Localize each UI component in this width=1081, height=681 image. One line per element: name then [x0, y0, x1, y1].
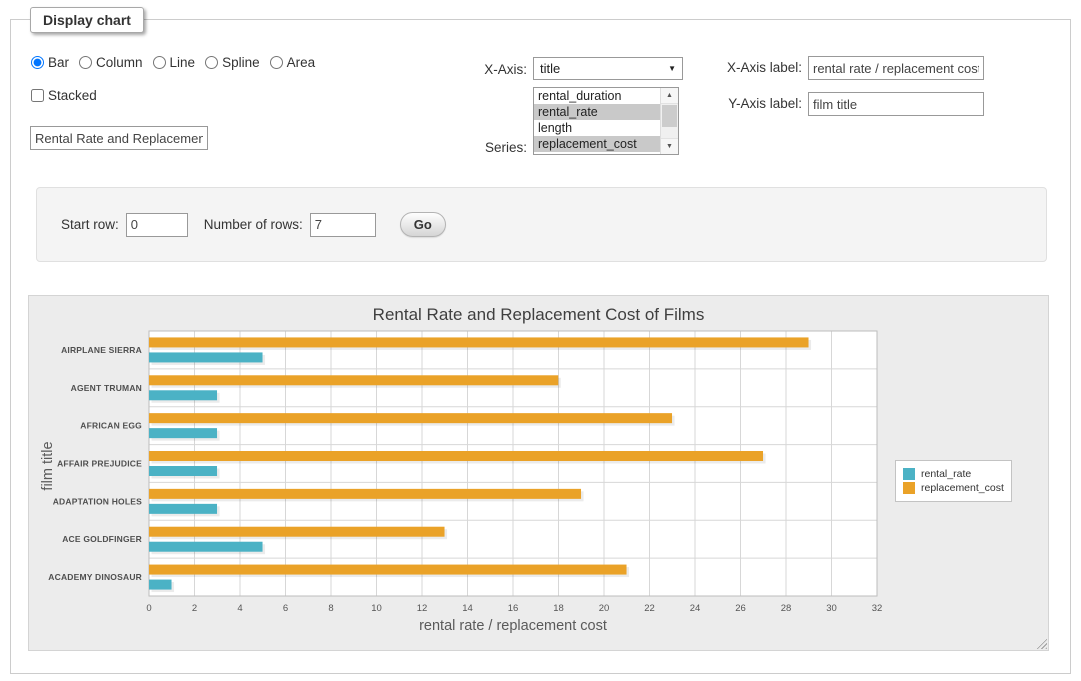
chart-y-axis-label: film title	[40, 401, 56, 531]
x-tick-label: 26	[735, 603, 746, 614]
stacked-label: Stacked	[48, 88, 97, 103]
x-tick-label: 14	[462, 603, 473, 614]
bar-rental_rate	[149, 542, 263, 552]
num-rows-input[interactable]	[310, 213, 376, 237]
bar-rental_rate	[149, 390, 217, 400]
series-listbox[interactable]: rental_durationrental_ratelengthreplacem…	[533, 87, 679, 155]
radio-area-label: Area	[287, 55, 316, 70]
x-tick-label: 30	[826, 603, 837, 614]
radio-chart-type-area[interactable]: Area	[270, 55, 316, 70]
y-axis-label-caption: Y-Axis label:	[710, 96, 802, 111]
x-tick-label: 28	[781, 603, 792, 614]
x-tick-label: 18	[553, 603, 564, 614]
y-axis-label-input[interactable]	[808, 92, 984, 116]
scroll-up-icon[interactable]: ▲	[661, 88, 678, 104]
radio-chart-type-column[interactable]: Column	[79, 55, 143, 70]
start-row-input[interactable]	[126, 213, 188, 237]
app-page: Display chart Bar Column Line Spline Are…	[0, 0, 1081, 681]
x-axis-caption: X-Axis:	[432, 62, 527, 77]
x-tick-label: 12	[417, 603, 428, 614]
series-option-length[interactable]: length	[534, 120, 661, 136]
x-tick-label: 16	[508, 603, 519, 614]
y-category-label: AIRPLANE SIERRA	[61, 345, 142, 355]
bar-replacement_cost	[149, 527, 445, 537]
x-axis-select[interactable]: title ▼	[533, 57, 683, 80]
bar-replacement_cost	[149, 451, 763, 461]
x-tick-label: 6	[283, 603, 288, 614]
y-category-label: ACADEMY DINOSAUR	[48, 572, 142, 582]
y-category-label: AGENT TRUMAN	[71, 383, 142, 393]
bar-replacement_cost	[149, 413, 672, 423]
radio-bar-label: Bar	[48, 55, 69, 70]
legend-item: replacement_cost	[903, 482, 1004, 494]
radio-area[interactable]	[270, 56, 283, 69]
x-axis-label-input[interactable]	[808, 56, 984, 80]
x-tick-label: 10	[371, 603, 382, 614]
stacked-checkbox[interactable]	[31, 89, 44, 102]
chart-type-radio-group: Bar Column Line Spline Area	[31, 55, 325, 70]
legend-label: rental_rate	[921, 468, 971, 480]
series-option-rental_rate[interactable]: rental_rate	[534, 104, 661, 120]
y-category-label: AFFAIR PREJUDICE	[57, 459, 142, 469]
series-option-rental_duration[interactable]: rental_duration	[534, 88, 661, 104]
display-chart-legend: Display chart	[30, 7, 144, 33]
chart-resize-handle[interactable]	[1034, 636, 1047, 649]
go-button[interactable]: Go	[400, 212, 446, 237]
radio-column-label: Column	[96, 55, 143, 70]
legend-label: replacement_cost	[921, 482, 1004, 494]
series-caption: Series:	[432, 140, 527, 155]
radio-line-label: Line	[170, 55, 196, 70]
radio-chart-type-line[interactable]: Line	[153, 55, 196, 70]
x-tick-label: 8	[328, 603, 333, 614]
x-tick-label: 0	[146, 603, 151, 614]
bar-replacement_cost	[149, 375, 558, 385]
start-row-label: Start row:	[61, 217, 119, 232]
bar-rental_rate	[149, 580, 172, 590]
bar-rental_rate	[149, 504, 217, 514]
series-listbox-items: rental_durationrental_ratelengthreplacem…	[534, 88, 661, 154]
scroll-down-icon[interactable]: ▼	[661, 138, 678, 154]
bar-rental_rate	[149, 428, 217, 438]
radio-chart-type-spline[interactable]: Spline	[205, 55, 260, 70]
x-axis-label-caption: X-Axis label:	[710, 60, 802, 75]
chevron-down-icon: ▼	[668, 64, 676, 73]
x-tick-label: 20	[599, 603, 610, 614]
chart-title-input[interactable]	[30, 126, 208, 150]
chart-legend-box: rental_rate replacement_cost	[895, 460, 1012, 502]
x-tick-label: 4	[237, 603, 242, 614]
y-category-label: ADAPTATION HOLES	[53, 496, 142, 506]
listbox-scrollbar[interactable]: ▲ ▼	[660, 88, 678, 154]
radio-column[interactable]	[79, 56, 92, 69]
bar-replacement_cost	[149, 337, 809, 347]
y-category-label: AFRICAN EGG	[80, 421, 142, 431]
radio-line[interactable]	[153, 56, 166, 69]
num-rows-label: Number of rows:	[204, 217, 303, 232]
series-option-replacement_cost[interactable]: replacement_cost	[534, 136, 661, 152]
x-tick-label: 22	[644, 603, 655, 614]
bar-replacement_cost	[149, 489, 581, 499]
bar-replacement_cost	[149, 565, 627, 575]
scrollbar-thumb[interactable]	[662, 105, 677, 127]
chart-x-axis-label: rental rate / replacement cost	[149, 618, 877, 634]
x-tick-label: 24	[690, 603, 701, 614]
y-category-label: ACE GOLDFINGER	[62, 534, 142, 544]
chart-title: Rental Rate and Replacement Cost of Film…	[29, 305, 1048, 325]
stacked-checkbox-row: Stacked	[31, 88, 97, 103]
radio-spline[interactable]	[205, 56, 218, 69]
radio-chart-type-bar[interactable]: Bar	[31, 55, 69, 70]
x-axis-selected-value: title	[540, 61, 560, 76]
radio-bar[interactable]	[31, 56, 44, 69]
bar-rental_rate	[149, 352, 263, 362]
legend-swatch	[903, 468, 915, 480]
bar-rental_rate	[149, 466, 217, 476]
x-tick-label: 2	[192, 603, 197, 614]
stacked-option[interactable]: Stacked	[31, 88, 97, 103]
legend-swatch	[903, 482, 915, 494]
row-range-panel: Start row: Number of rows: Go	[36, 187, 1047, 262]
x-tick-label: 32	[872, 603, 883, 614]
radio-spline-label: Spline	[222, 55, 260, 70]
legend-item: rental_rate	[903, 468, 1004, 480]
chart-panel: Rental Rate and Replacement Cost of Film…	[28, 295, 1049, 651]
